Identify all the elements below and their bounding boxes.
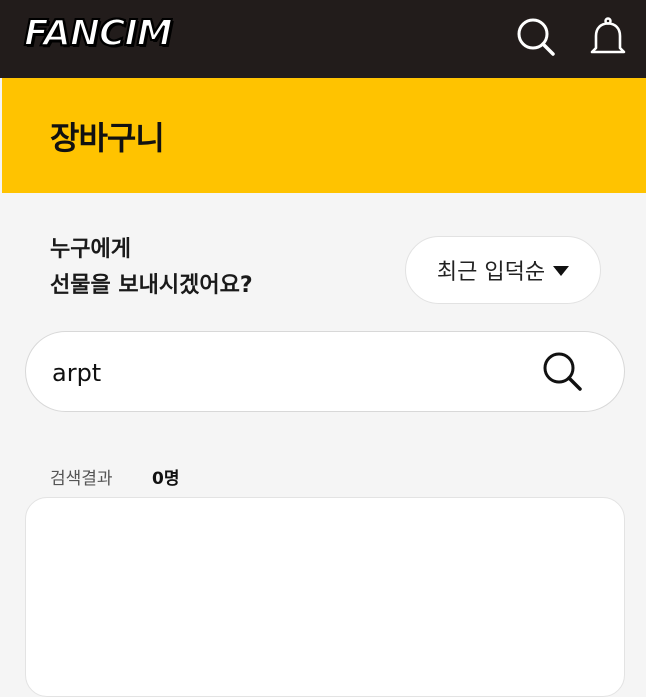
gift-question-line2: 선물을 보내시겠어요? xyxy=(50,273,253,298)
results-panel xyxy=(25,497,625,697)
caret-down-icon xyxy=(553,266,570,276)
gift-question-line1: 누구에게 xyxy=(50,237,131,262)
search-submit-icon[interactable] xyxy=(542,351,584,393)
page-title: 장바구니 xyxy=(50,119,165,157)
cart-banner: 장바구니 xyxy=(2,78,646,193)
result-label: 검색결과 xyxy=(50,469,113,489)
fancim-logo[interactable]: FANCIM xyxy=(23,12,174,55)
sort-selected-label: 최근 입덕순 xyxy=(436,260,546,285)
search-icon[interactable] xyxy=(516,16,556,58)
gift-question: 누구에게 선물을 보내시겠어요? xyxy=(50,232,253,304)
result-count: 0명 xyxy=(152,469,180,489)
bell-icon[interactable] xyxy=(588,16,628,58)
top-bar: FANCIM xyxy=(0,0,646,78)
search-input[interactable] xyxy=(50,352,514,394)
sort-dropdown[interactable]: 최근 입덕순 xyxy=(405,236,601,304)
search-bar xyxy=(25,331,625,412)
